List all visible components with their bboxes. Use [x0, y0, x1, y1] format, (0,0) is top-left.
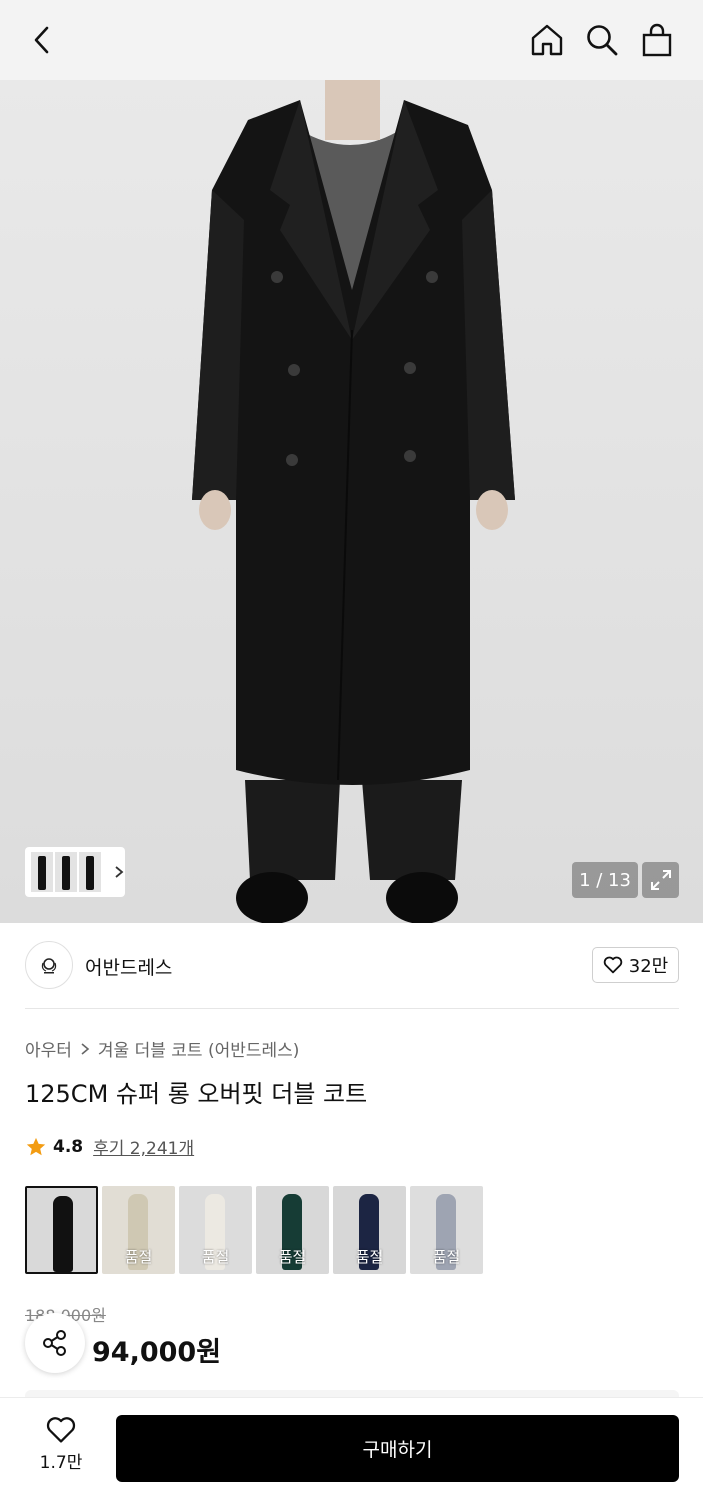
- color-option[interactable]: 품절: [410, 1186, 483, 1274]
- sold-out-label: 품절: [355, 1248, 384, 1266]
- sale-price: 94,000원: [92, 1337, 222, 1368]
- color-option[interactable]: 품절: [102, 1186, 175, 1274]
- image-counter: 1 / 13: [572, 862, 638, 898]
- gallery-thumb: [55, 852, 77, 892]
- brand-row: 어반드레스 32만: [25, 941, 679, 991]
- back-chevron-left-icon[interactable]: [20, 18, 64, 62]
- shopping-bag-icon[interactable]: [635, 18, 679, 62]
- sold-out-label: 품절: [278, 1248, 307, 1266]
- top-nav-bar: [0, 0, 703, 80]
- expand-icon[interactable]: [642, 862, 679, 898]
- color-option-image: [53, 1196, 73, 1272]
- share-icon: [43, 1330, 66, 1356]
- sold-out-label: 품절: [432, 1248, 461, 1266]
- wishlist-button[interactable]: 1.7만: [24, 1416, 98, 1480]
- product-rating: 4.8 후기 2,241개: [25, 1134, 194, 1159]
- breadcrumb-category[interactable]: 아우터: [25, 1036, 72, 1061]
- rating-score: 4.8: [53, 1136, 84, 1157]
- heart-icon: [46, 1417, 76, 1443]
- product-title: 125CM 슈퍼 롱 오버핏 더블 코트: [25, 1080, 368, 1108]
- breadcrumb: 아우터 겨울 더블 코트 (어반드레스): [25, 1036, 299, 1061]
- brand-like-count: 32만: [628, 956, 669, 977]
- share-button[interactable]: [25, 1313, 85, 1373]
- divider: [25, 1008, 679, 1009]
- brand-name[interactable]: 어반드레스: [85, 953, 172, 980]
- search-icon[interactable]: [580, 18, 624, 62]
- gallery-thumbnail-strip[interactable]: [25, 847, 125, 897]
- product-image[interactable]: [0, 80, 703, 923]
- chevron-right-icon: [81, 1042, 90, 1055]
- review-link[interactable]: 후기 2,241개: [93, 1134, 194, 1159]
- color-option[interactable]: 품절: [333, 1186, 406, 1274]
- bottom-action-bar: 1.7만 구매하기: [0, 1397, 703, 1500]
- brand-like-button[interactable]: 32만: [592, 947, 679, 983]
- color-options: 품절 품절 품절 품절 품절: [25, 1186, 483, 1274]
- coat-model-illustration: [192, 80, 515, 923]
- wishlist-count: 1.7만: [39, 1453, 83, 1473]
- breadcrumb-subcategory[interactable]: 겨울 더블 코트 (어반드레스): [98, 1036, 300, 1061]
- chevron-right-icon: [115, 866, 124, 878]
- buy-button[interactable]: 구매하기: [116, 1415, 679, 1482]
- color-option[interactable]: 품절: [179, 1186, 252, 1274]
- star-icon: [26, 1137, 46, 1155]
- brand-logo[interactable]: [25, 941, 73, 989]
- gallery-thumb: [79, 852, 101, 892]
- color-option[interactable]: 품절: [256, 1186, 329, 1274]
- sold-out-label: 품절: [201, 1248, 230, 1266]
- color-option[interactable]: [25, 1186, 98, 1274]
- heart-icon: [603, 956, 623, 974]
- home-icon[interactable]: [525, 18, 569, 62]
- gallery-thumb: [31, 852, 53, 892]
- sold-out-label: 품절: [124, 1248, 153, 1266]
